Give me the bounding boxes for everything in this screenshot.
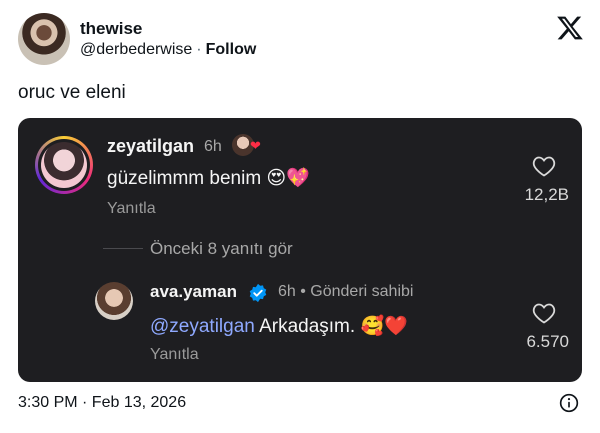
comment1-like-heart-icon[interactable]	[532, 155, 556, 177]
comment1-username[interactable]: zeyatilgan	[107, 136, 194, 157]
comment2-mention[interactable]: @zeyatilgan	[150, 316, 255, 337]
tweet-text: oruc ve eleni	[18, 82, 126, 103]
author-display-name[interactable]: thewise	[80, 19, 142, 39]
author-avatar[interactable]	[18, 13, 70, 65]
comment1-reply-button[interactable]: Yanıtla	[107, 200, 156, 218]
view-more-replies-link[interactable]: Önceki 8 yanıtı gör	[150, 239, 293, 259]
embedded-comment-card: zeyatilgan 6h ❤ güzelimmm benim 😍💖 Yanıt…	[18, 118, 582, 382]
x-logo-icon[interactable]	[556, 14, 584, 42]
comment2-avatar[interactable]	[95, 282, 133, 320]
author-handle-row: @derbederwise · Follow	[80, 41, 256, 59]
tweet-timestamp[interactable]: 3:30 PM · Feb 13, 2026	[18, 394, 186, 412]
comment1-like-count: 12,2B	[524, 185, 569, 204]
verified-badge-icon	[249, 283, 267, 303]
info-icon[interactable]	[559, 393, 579, 413]
handle-separator: ·	[196, 41, 202, 58]
comment2-text: @zeyatilgan Arkadaşım. 🥰❤️	[150, 314, 408, 338]
author-handle[interactable]: @derbederwise	[80, 41, 192, 58]
comment1-text: güzelimmm benim 😍💖	[107, 168, 310, 189]
comment2-time: 6h • Gönderi sahibi	[278, 283, 414, 300]
comment2-reply-button[interactable]: Yanıtla	[150, 346, 199, 364]
comment2-username[interactable]: ava.yaman	[150, 282, 237, 302]
liked-by-author-heart-icon: ❤	[250, 138, 261, 153]
comment1-avatar[interactable]	[35, 136, 93, 194]
comment2-body: Arkadaşım. 🥰❤️	[254, 316, 408, 337]
comment2-like-count: 6.570	[526, 332, 569, 351]
comment2-like-heart-icon[interactable]	[532, 302, 556, 324]
comment1-time: 6h	[204, 138, 222, 155]
more-replies-divider	[103, 248, 143, 249]
follow-button[interactable]: Follow	[206, 41, 257, 58]
